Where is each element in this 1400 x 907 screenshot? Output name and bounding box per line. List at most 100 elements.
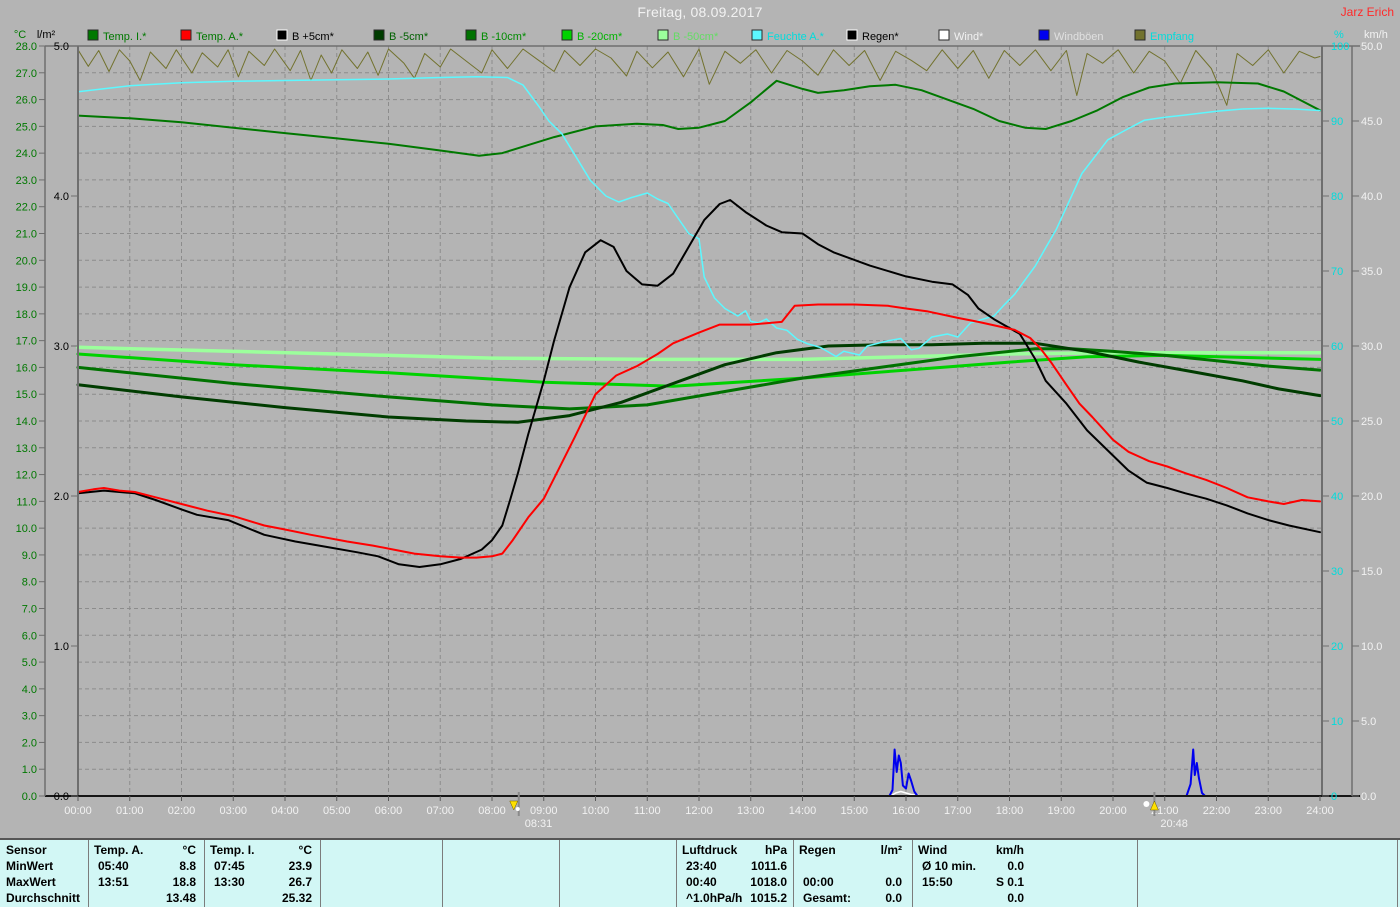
table-divider <box>1137 840 1138 907</box>
legend-item-b-m20: B -20cm* <box>561 29 623 43</box>
table-col-regen-unit: l/m² <box>880 843 902 857</box>
table-row-label: Durchschnitt <box>6 891 81 905</box>
legend-swatch-regen <box>846 29 858 41</box>
legend-swatch-b-m20 <box>561 29 573 41</box>
time-tick-label: 14:00 <box>789 805 817 817</box>
sun-marker-time: 20:48 <box>1160 818 1188 830</box>
legend-label-b-m50: B -50cm* <box>673 31 719 43</box>
legend-swatch-b-m5 <box>373 29 385 41</box>
table-divider <box>320 840 321 907</box>
axis-humidity-tick-label: 40 <box>1331 491 1343 503</box>
legend-item-b-m5: B -5cm* <box>373 29 429 43</box>
axis-wind-tick-label: 50.0 <box>1361 41 1382 53</box>
table-temp-a-value: 8.8 <box>179 859 196 873</box>
axis-humidity-tick-label: 50 <box>1331 416 1343 428</box>
time-tick-label: 24:00 <box>1306 805 1334 817</box>
legend-item-temp-a: Temp. A.* <box>180 29 244 43</box>
table-wind-value: S 0.1 <box>995 875 1024 889</box>
table-temp-i-value: 25.32 <box>281 891 312 905</box>
time-tick-label: 06:00 <box>375 805 403 817</box>
axis-humidity-tick-label: 90 <box>1331 116 1343 128</box>
legend-swatch-temp-a <box>180 29 192 41</box>
legend-item-wind: Wind* <box>938 29 984 43</box>
time-tick-label: 18:00 <box>996 805 1024 817</box>
axis-wind: 0.0 5.0 10.0 15.0 20.0 25.0 30.0 35.0 40.0 45.0 50… <box>1352 29 1388 803</box>
axis-temp-tick-label: 4.0 <box>22 684 37 696</box>
chart-legend: Temp. I.* Temp. A.* B +5cm* B -5cm* B -10cm*… <box>87 29 1194 43</box>
sun-marker-time: 08:31 <box>525 818 553 830</box>
axis-humidity-tick-label: 100 <box>1331 41 1349 53</box>
legend-item-b-m10: B -10cm* <box>465 29 527 43</box>
time-tick-label: 07:00 <box>426 805 454 817</box>
axis-temp-tick-label: 20.0 <box>16 255 37 267</box>
axis-temp-tick-label: 27.0 <box>16 68 37 80</box>
axis-temp-tick-label: 3.0 <box>22 711 37 723</box>
axis-temp-tick-label: 25.0 <box>16 121 37 133</box>
table-row-label: MaxWert <box>6 875 56 889</box>
summary-table: Sensor MinWert MaxWert Durchschnitt Temp. A.… <box>0 838 1400 907</box>
axis-humidity-header: % <box>1334 29 1344 41</box>
axis-rain: 0.0 1.0 2.0 3.0 4.0 5.0l/m² <box>37 29 78 803</box>
axis-wind-tick-label: 35.0 <box>1361 266 1382 278</box>
table-divider <box>442 840 443 907</box>
axis-wind-header: km/h <box>1364 29 1388 41</box>
axis-wind-tick-label: 30.0 <box>1361 341 1382 353</box>
axis-rain-tick-label: 1.0 <box>54 641 69 653</box>
weather-day-chart: 0.0 1.0 2.0 3.0 4.0 5.0 6.0 7.0 8.0 9.0 10.0 11.0 12… <box>14 29 1388 830</box>
chart-grid <box>78 46 1322 796</box>
axis-humidity: 0 10 20 30 40 50 60 70 80 90 100% <box>1322 29 1349 803</box>
time-tick-label: 19:00 <box>1047 805 1075 817</box>
legend-swatch-wind <box>938 29 950 41</box>
time-tick-label: 20:00 <box>1099 805 1127 817</box>
axis-humidity-tick-label: 0 <box>1331 791 1337 803</box>
table-row-label: Sensor <box>6 843 47 857</box>
axis-temp-tick-label: 6.0 <box>22 630 37 642</box>
axis-temp-tick-label: 26.0 <box>16 95 37 107</box>
table-temp-a-value: 13.48 <box>165 891 196 905</box>
time-tick-label: 02:00 <box>168 805 196 817</box>
axis-time: 00:00 01:00 02:00 03:00 04:00 05:00 06:00 07:00… <box>64 796 1334 817</box>
axis-wind-tick-label: 15.0 <box>1361 566 1382 578</box>
legend-label-wind: Wind* <box>954 31 984 43</box>
legend-swatch-windboeen <box>1038 29 1050 41</box>
legend-item-empfang: Empfang <box>1134 29 1194 43</box>
time-tick-label: 12:00 <box>685 805 713 817</box>
axis-temp-tick-label: 7.0 <box>22 604 37 616</box>
legend-swatch-b-p5 <box>276 29 288 41</box>
time-tick-label: 03:00 <box>219 805 247 817</box>
axis-humidity-tick-label: 80 <box>1331 191 1343 203</box>
legend-swatch-b-m10 <box>465 29 477 41</box>
axis-wind-tick-label: 20.0 <box>1361 491 1382 503</box>
legend-swatch-b-m50 <box>657 29 669 41</box>
axis-temp-tick-label: 12.0 <box>16 470 37 482</box>
axis-temp-tick-label: 14.0 <box>16 416 37 428</box>
axis-temp-tick-label: 13.0 <box>16 443 37 455</box>
legend-item-windboeen: Windböen <box>1038 29 1104 43</box>
axis-temp: 0.0 1.0 2.0 3.0 4.0 5.0 6.0 7.0 8.0 9.0 10.0 11.0 12… <box>14 29 45 803</box>
axis-temp-tick-label: 23.0 <box>16 175 37 187</box>
time-tick-label: 23:00 <box>1254 805 1282 817</box>
legend-label-temp-a: Temp. A.* <box>196 31 244 43</box>
axis-temp-tick-label: 15.0 <box>16 389 37 401</box>
axis-wind-tick-label: 40.0 <box>1361 191 1382 203</box>
legend-swatch-temp-i <box>87 29 99 41</box>
table-luftdruck-value: 1018.0 <box>750 875 787 889</box>
axis-rain-tick-label: 5.0 <box>54 41 69 53</box>
legend-item-b-m50: B -50cm* <box>657 29 719 43</box>
table-regen-value: 0.0 <box>885 875 902 889</box>
axis-temp-tick-label: 11.0 <box>16 496 37 508</box>
time-tick-label: 10:00 <box>582 805 610 817</box>
time-tick-label: 04:00 <box>271 805 299 817</box>
time-tick-label: 09:00 <box>530 805 558 817</box>
axis-rain-tick-label: 4.0 <box>54 191 69 203</box>
legend-label-b-p5: B +5cm* <box>292 31 335 43</box>
table-divider <box>559 840 560 907</box>
legend-item-feuchte-a: Feuchte A.* <box>751 29 825 43</box>
table-wind-value: 0.0 <box>1007 891 1024 905</box>
axis-temp-tick-label: 22.0 <box>16 202 37 214</box>
axis-wind-tick-label: 45.0 <box>1361 116 1382 128</box>
axis-temp-tick-label: 2.0 <box>22 737 37 749</box>
axis-temp-tick-label: 21.0 <box>16 229 37 241</box>
table-luftdruck-value: 1015.2 <box>750 891 787 905</box>
time-tick-label: 01:00 <box>116 805 144 817</box>
